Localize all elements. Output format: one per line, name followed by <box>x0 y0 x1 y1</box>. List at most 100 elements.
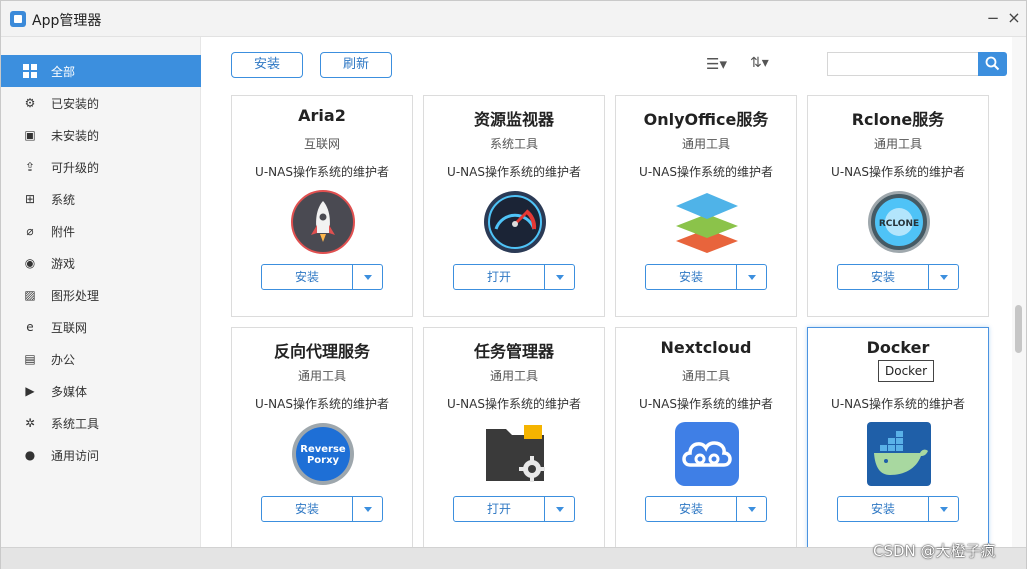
app-maintainer: U-NAS操作系统的维护者 <box>639 397 773 411</box>
window-title: App管理器 <box>32 13 102 29</box>
app-name: Rclone服务 <box>851 110 945 129</box>
sidebar-item-internet[interactable]: e 互联网 <box>1 311 201 343</box>
gamepad-icon: ◉ <box>24 256 36 270</box>
sidebar-item-label: 全部 <box>51 64 76 79</box>
app-card-docker[interactable]: Docker Docker U-NAS操作系统的维护者 安装 <box>807 327 989 547</box>
watermark: CSDN @大橙子疯 <box>873 542 996 560</box>
rclone-icon: RCLONE <box>868 191 930 253</box>
chevron-down-icon[interactable] <box>353 497 382 521</box>
install-action[interactable]: 安装 <box>838 265 929 289</box>
sidebar-item-all[interactable]: 全部 <box>1 55 201 87</box>
app-card-onlyoffice[interactable]: OnlyOffice服务 通用工具 U-NAS操作系统的维护者 安装 <box>615 95 797 317</box>
sidebar-item-games[interactable]: ◉ 游戏 <box>1 247 201 279</box>
chevron-down-icon[interactable] <box>929 497 958 521</box>
attachment-icon: ⌀ <box>26 224 34 238</box>
app-action-button[interactable]: 安装 <box>261 264 383 290</box>
upgrade-icon: ⇪ <box>24 160 36 174</box>
sidebar-item-attachments[interactable]: ⌀ 附件 <box>1 215 201 247</box>
tooltip: Docker <box>878 360 935 382</box>
grid-icon <box>23 64 37 78</box>
app-action-button[interactable]: 安装 <box>837 496 959 522</box>
sidebar-item-accessibility[interactable]: ● 通用访问 <box>1 439 201 471</box>
app-action-button[interactable]: 打开 <box>453 264 575 290</box>
chevron-down-icon[interactable] <box>929 265 958 289</box>
app-name: 任务管理器 <box>473 342 554 361</box>
app-action-button[interactable]: 打开 <box>453 496 575 522</box>
app-card-aria2[interactable]: Aria2 互联网 U-NAS操作系统的维护者 安装 <box>231 95 413 317</box>
sidebar-item-label: 多媒体 <box>51 384 88 399</box>
sidebar-item-office[interactable]: ▤ 办公 <box>1 343 201 375</box>
app-category: 通用工具 <box>297 369 346 383</box>
sidebar-item-not-installed[interactable]: ▣ 未安装的 <box>1 119 201 151</box>
minimize-button[interactable]: − <box>984 9 1002 27</box>
install-action[interactable]: 安装 <box>838 497 929 521</box>
app-card-rclone[interactable]: Rclone服务 通用工具 U-NAS操作系统的维护者 RCLONE 安装 <box>807 95 989 317</box>
sidebar-item-installed[interactable]: ⚙ 已安装的 <box>1 87 201 119</box>
sidebar-item-label: 图形处理 <box>51 288 100 303</box>
app-card-task-manager[interactable]: 任务管理器 通用工具 U-NAS操作系统的维护者 打开 <box>423 327 605 547</box>
sidebar-item-graphics[interactable]: ▨ 图形处理 <box>1 279 201 311</box>
image-icon: ▨ <box>24 288 36 302</box>
app-category: 互联网 <box>303 137 340 151</box>
app-card-resource-monitor[interactable]: 资源监视器 系统工具 U-NAS操作系统的维护者 打开 <box>423 95 605 317</box>
app-maintainer: U-NAS操作系统的维护者 <box>447 397 581 411</box>
app-action-button[interactable]: 安装 <box>837 264 959 290</box>
app-action-button[interactable]: 安装 <box>645 264 767 290</box>
speedometer-icon <box>484 191 546 253</box>
sidebar-item-label: 互联网 <box>51 320 88 335</box>
app-name: Nextcloud <box>660 338 752 357</box>
vertical-scrollbar[interactable] <box>1012 37 1026 547</box>
app-name: 反向代理服务 <box>273 342 370 361</box>
chevron-down-icon[interactable] <box>737 497 766 521</box>
sidebar-item-label: 已安装的 <box>51 96 100 111</box>
sidebar-item-system-tools[interactable]: ✲ 系统工具 <box>1 407 201 439</box>
search-button[interactable] <box>978 52 1007 76</box>
sidebar-item-label: 未安装的 <box>51 128 100 143</box>
chevron-down-icon[interactable] <box>353 265 382 289</box>
sort-icon[interactable]: ⇅▾ <box>750 55 780 75</box>
reverse-proxy-logo-text-1: Reverse <box>300 444 346 455</box>
sidebar-item-upgradable[interactable]: ⇪ 可升级的 <box>1 151 201 183</box>
chevron-down-icon[interactable] <box>545 497 574 521</box>
app-card-reverse-proxy[interactable]: 反向代理服务 通用工具 U-NAS操作系统的维护者 Reverse Porxy … <box>231 327 413 547</box>
install-action[interactable]: 安装 <box>646 265 737 289</box>
sidebar-item-label: 系统工具 <box>51 416 100 431</box>
installed-icon: ⚙ <box>24 96 36 110</box>
sidebar-item-label: 通用访问 <box>51 448 100 463</box>
reverse-proxy-icon: Reverse Porxy <box>292 423 354 485</box>
refresh-button[interactable]: 刷新 <box>320 52 392 78</box>
search-input[interactable] <box>827 52 979 76</box>
open-action[interactable]: 打开 <box>454 265 545 289</box>
app-card-nextcloud[interactable]: Nextcloud 通用工具 U-NAS操作系统的维护者 安装 <box>615 327 797 547</box>
app-grid-area: 安装 刷新 ☰▾ ⇅▾ Aria2 互联网 U-NAS操作系统的维护者 安装 资… <box>202 37 1012 547</box>
chevron-down-icon[interactable] <box>737 265 766 289</box>
sidebar-item-label: 系统 <box>51 192 76 207</box>
app-action-button[interactable]: 安装 <box>261 496 383 522</box>
install-action[interactable]: 安装 <box>262 497 353 521</box>
windows-icon: ⊞ <box>24 192 36 206</box>
app-name: OnlyOffice服务 <box>643 110 769 129</box>
sidebar-item-label: 办公 <box>51 352 76 367</box>
search-icon <box>985 56 1000 71</box>
chevron-down-icon[interactable] <box>545 265 574 289</box>
sidebar-item-label: 附件 <box>51 224 76 239</box>
install-action[interactable]: 安装 <box>262 265 353 289</box>
rclone-logo-text: RCLONE <box>879 219 919 229</box>
open-action[interactable]: 打开 <box>454 497 545 521</box>
install-action[interactable]: 安装 <box>646 497 737 521</box>
list-view-icon[interactable]: ☰▾ <box>706 55 736 75</box>
gear-icon: ✲ <box>24 416 36 430</box>
cloud-icon <box>675 422 739 486</box>
app-category: 系统工具 <box>489 137 538 151</box>
sidebar-item-multimedia[interactable]: ▶ 多媒体 <box>1 375 201 407</box>
internet-icon: e <box>26 320 34 334</box>
app-action-button[interactable]: 安装 <box>645 496 767 522</box>
app-maintainer: U-NAS操作系统的维护者 <box>255 165 389 179</box>
app-name: Docker <box>866 338 930 357</box>
scrollbar-thumb[interactable] <box>1015 305 1022 353</box>
close-button[interactable]: × <box>1005 9 1023 27</box>
install-button[interactable]: 安装 <box>231 52 303 78</box>
app-name: Aria2 <box>298 106 346 125</box>
app-maintainer: U-NAS操作系统的维护者 <box>447 165 581 179</box>
sidebar-item-system[interactable]: ⊞ 系统 <box>1 183 201 215</box>
